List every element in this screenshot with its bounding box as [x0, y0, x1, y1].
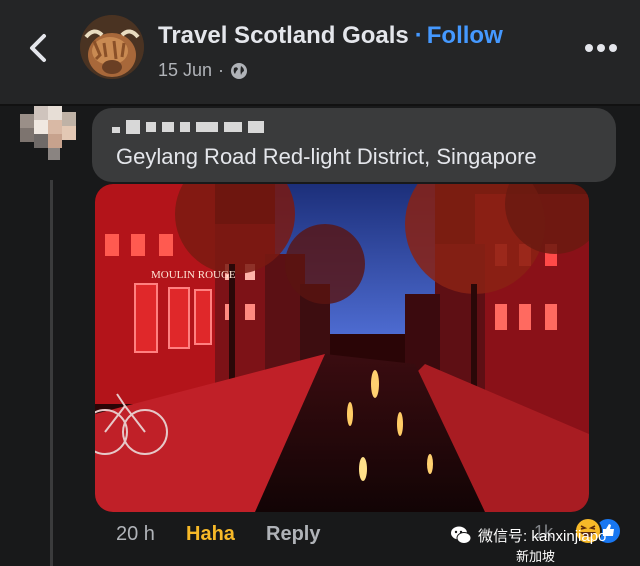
red-light-district-photo: MOULIN ROUGE — [95, 184, 589, 512]
follow-button[interactable]: Follow — [427, 22, 503, 49]
comment-text: Geylang Road Red-light District, Singapo… — [116, 144, 537, 169]
header-divider — [0, 104, 640, 106]
wechat-id-text: 微信号: kanxinjiapo — [478, 527, 607, 545]
comment-photo[interactable]: MOULIN ROUGE — [95, 184, 589, 512]
commenter-name-redacted[interactable] — [112, 118, 264, 136]
title-separator: · — [414, 22, 423, 49]
page-avatar[interactable] — [80, 15, 144, 79]
comment-actions: 20 h Haha Reply — [116, 519, 320, 549]
comment-thread-line — [50, 180, 53, 566]
haha-reaction-button[interactable]: Haha — [186, 523, 266, 546]
comment-bubble: Geylang Road Red-light District, Singapo… — [92, 108, 616, 182]
post-date[interactable]: 15 Jun — [158, 60, 212, 81]
commenter-avatar[interactable] — [20, 106, 82, 168]
post-meta: 15 Jun · — [158, 60, 248, 81]
comment-time[interactable]: 20 h — [116, 523, 186, 546]
bottom-watermark-text: 新加坡 — [516, 549, 556, 564]
back-arrow-icon[interactable] — [22, 30, 56, 66]
post-title-row: Travel Scotland Goals · Follow — [158, 22, 503, 50]
post-header: Travel Scotland Goals · Follow 15 Jun · — [0, 0, 640, 104]
globe-icon — [231, 62, 248, 79]
bottom-watermark: 新加坡 — [516, 546, 555, 565]
highland-cow-avatar-image — [80, 15, 144, 79]
moulin-rouge-sign: MOULIN ROUGE — [151, 269, 236, 281]
meta-separator: · — [218, 60, 225, 80]
wechat-icon — [451, 526, 472, 544]
more-options-icon[interactable] — [584, 38, 618, 58]
reply-button[interactable]: Reply — [266, 523, 320, 546]
page-name[interactable]: Travel Scotland Goals — [158, 22, 409, 49]
